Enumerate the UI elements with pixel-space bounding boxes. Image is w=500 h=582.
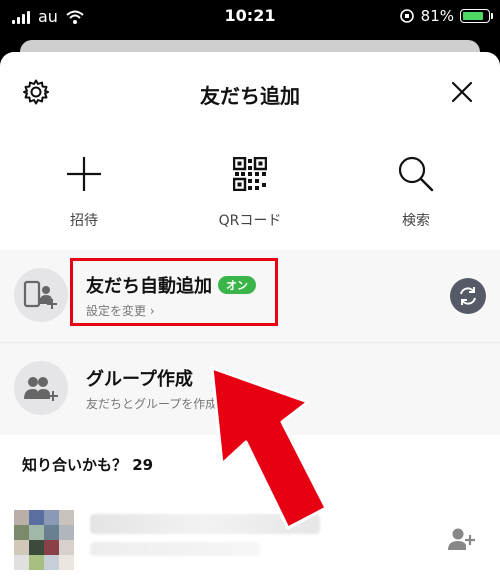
close-icon[interactable] — [450, 80, 474, 104]
search-label: 検索 — [402, 213, 430, 229]
phone-add-user-icon — [23, 280, 57, 309]
add-friend-icon[interactable] — [446, 526, 476, 552]
page-title: 友だち追加 — [200, 84, 300, 108]
status-bar: au 10:21 81% — [0, 0, 500, 34]
invite-button[interactable]: 招待 — [24, 154, 144, 230]
plus-icon — [67, 157, 101, 191]
suggested-friend-detail — [90, 542, 260, 556]
invite-label: 招待 — [70, 213, 98, 229]
refresh-icon — [460, 287, 476, 305]
suggestions-header: 知り合いかも？ 29 — [22, 456, 154, 474]
auto-add-friends-row[interactable]: 友だち自動追加 オン 設定を変更 › — [0, 250, 500, 342]
sheet-header: 友だち追加 — [0, 52, 500, 132]
search-button[interactable]: 検索 — [356, 154, 476, 230]
auto-add-avatar — [14, 268, 68, 322]
highlight-box — [70, 258, 278, 326]
sync-button[interactable] — [450, 278, 486, 314]
search-icon — [398, 156, 434, 192]
group-avatar — [14, 361, 68, 415]
battery-icon — [460, 9, 493, 23]
add-group-icon — [24, 377, 58, 401]
qr-code-icon — [233, 157, 267, 191]
orientation-lock-icon — [399, 9, 414, 23]
add-friend-sheet: 友だち追加 招待 QRコード 検索 友だち自動追加 オン 設定を変更 › グルー… — [0, 52, 500, 582]
suggested-friend-avatar — [14, 510, 74, 570]
red-pointer-arrow — [210, 366, 328, 530]
battery-percent: 81% — [420, 7, 454, 25]
qr-code-label: QRコード — [218, 213, 282, 229]
create-group-title: グループ作成 — [86, 369, 193, 390]
action-row: 招待 QRコード 検索 — [0, 132, 500, 240]
qr-code-button[interactable]: QRコード — [190, 154, 310, 230]
